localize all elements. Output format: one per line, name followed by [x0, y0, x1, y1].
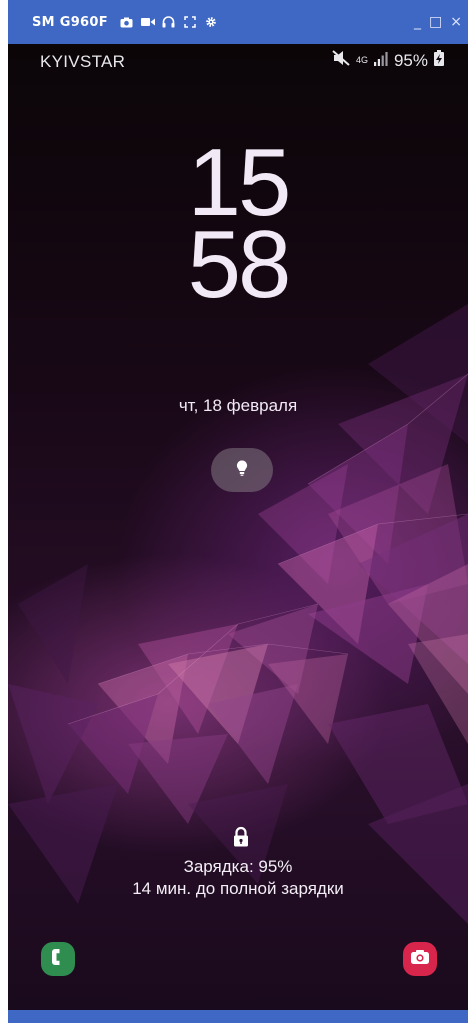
maximize-button[interactable]: □ — [429, 14, 442, 30]
camera-icon — [410, 949, 430, 969]
camera-shortcut-button[interactable] — [403, 942, 437, 976]
lockscreen-clock: 15 58 — [8, 135, 468, 318]
settings-icon[interactable] — [204, 16, 218, 28]
headset-icon[interactable] — [162, 16, 176, 28]
clock-minutes: 58 — [187, 211, 292, 318]
device-name: SM G960F — [32, 14, 108, 30]
minimize-button[interactable]: _ — [414, 14, 421, 30]
charging-info: Зарядка: 95% 14 мин. до полной зарядки — [8, 856, 468, 900]
network-type: 4G — [355, 55, 368, 65]
fullscreen-icon[interactable] — [183, 16, 197, 28]
charging-status: Зарядка: 95% — [183, 857, 293, 876]
phone-shortcut-button[interactable] — [41, 942, 75, 976]
emulator-bottom-bar — [8, 1010, 468, 1023]
video-icon[interactable] — [140, 16, 155, 28]
lock-icon — [232, 826, 250, 848]
signal-icon — [373, 51, 388, 71]
battery-charging-icon — [434, 50, 444, 71]
status-icons: 4G 95% — [332, 50, 444, 71]
camera-icon[interactable] — [120, 16, 134, 28]
flashlight-icon — [236, 460, 248, 480]
flashlight-button[interactable] — [211, 448, 273, 492]
close-button[interactable]: × — [450, 14, 462, 30]
battery-percent: 95% — [393, 50, 428, 70]
status-bar: KYIVSTAR 4G 95% — [8, 44, 468, 80]
emulator-titlebar: SM G960F _ □ × — [8, 0, 468, 44]
lockscreen-date: чт, 18 февраля — [178, 396, 298, 415]
phone-icon — [50, 948, 66, 970]
emulator-toolbar — [120, 16, 218, 28]
mute-icon — [332, 50, 350, 71]
carrier-name: KYIVSTAR — [40, 52, 126, 71]
emulator-window: SM G960F _ □ × KYIVSTAR 4G 95% 15 58 чт,… — [0, 0, 468, 1023]
phone-screen[interactable]: KYIVSTAR 4G 95% 15 58 чт, 18 февраля Зар… — [8, 44, 468, 1010]
charging-time: 14 мин. до полной зарядки — [132, 879, 344, 898]
window-controls: _ □ × — [414, 0, 462, 44]
